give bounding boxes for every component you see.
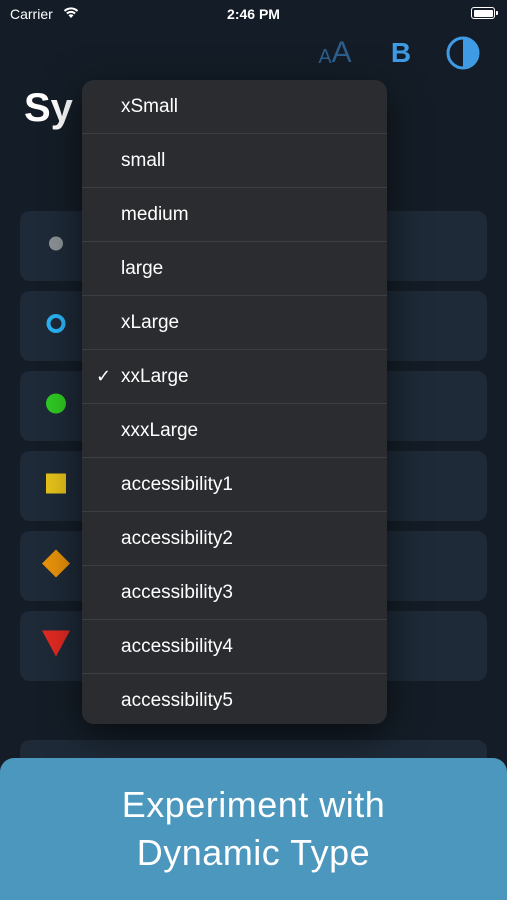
- text-size-icon[interactable]: A A: [314, 36, 356, 70]
- menu-item-label: medium: [121, 203, 189, 225]
- contrast-icon[interactable]: [446, 36, 480, 70]
- promo-line-1: Experiment with: [121, 784, 386, 825]
- promo-line-2: Dynamic Type: [136, 832, 371, 873]
- green-circle-icon: [45, 393, 67, 420]
- menu-item-xxlarge[interactable]: ✓ xxLarge: [82, 350, 387, 403]
- promo-banner: Experiment with Dynamic Type: [0, 758, 507, 900]
- orange-diamond-icon: [41, 549, 71, 584]
- menu-item-accessibility5[interactable]: accessibility5: [82, 674, 387, 724]
- text-size-large-glyph: A: [331, 36, 352, 69]
- menu-item-accessibility3[interactable]: accessibility3: [82, 566, 387, 619]
- menu-item-label: accessibility3: [121, 581, 233, 603]
- menu-item-accessibility1[interactable]: accessibility1: [82, 458, 387, 511]
- yellow-square-icon: [45, 473, 67, 500]
- menu-item-accessibility2[interactable]: accessibility2: [82, 512, 387, 565]
- status-bar: Carrier 2:46 PM: [0, 0, 507, 28]
- menu-item-label: xxxLarge: [121, 419, 199, 441]
- battery-icon: [471, 7, 498, 19]
- menu-item-xlarge[interactable]: xLarge: [82, 296, 387, 349]
- menu-item-label: accessibility1: [121, 473, 233, 495]
- menu-item-label: accessibility2: [121, 527, 233, 549]
- menu-item-medium[interactable]: medium: [82, 188, 387, 241]
- menu-item-large[interactable]: large: [82, 242, 387, 295]
- text-size-small-glyph: A: [318, 45, 332, 68]
- menu-item-label: xxLarge: [121, 365, 189, 387]
- menu-item-xxxlarge[interactable]: xxxLarge: [82, 404, 387, 457]
- bold-text-button[interactable]: B: [386, 36, 416, 70]
- clock-time: 2:46 PM: [227, 6, 280, 22]
- menu-item-accessibility4[interactable]: accessibility4: [82, 620, 387, 673]
- page-title: Sy: [24, 86, 73, 130]
- menu-item-label: accessibility5: [121, 689, 233, 711]
- blue-ring-icon: [45, 313, 67, 340]
- text-size-menu: xSmall small medium large xLarge ✓ xxLar…: [82, 80, 387, 724]
- menu-item-label: accessibility4: [121, 635, 233, 657]
- menu-item-label: small: [121, 149, 166, 171]
- red-triangle-icon: [41, 630, 71, 663]
- menu-item-xsmall[interactable]: xSmall: [82, 80, 387, 133]
- menu-item-small[interactable]: small: [82, 134, 387, 187]
- checkmark-icon: ✓: [96, 366, 112, 386]
- gray-circle-icon: [48, 236, 64, 257]
- menu-item-label: xLarge: [121, 311, 180, 333]
- menu-item-label: xSmall: [121, 95, 179, 117]
- menu-item-label: large: [121, 257, 164, 279]
